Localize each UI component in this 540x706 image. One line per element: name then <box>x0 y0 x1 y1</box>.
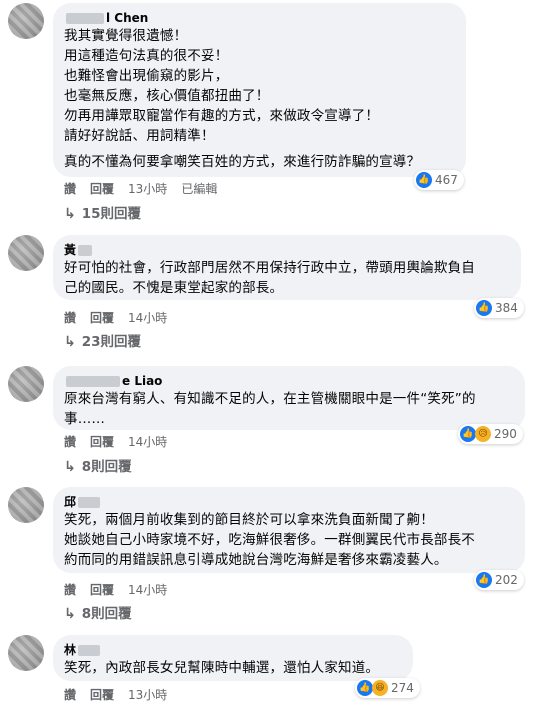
redacted-name-block <box>66 375 120 387</box>
view-replies-button[interactable]: ↳ 23則回覆 <box>64 333 141 351</box>
commenter-name[interactable]: 林 <box>64 642 401 658</box>
comment-actions: 讚 回覆 13小時 <box>64 687 181 703</box>
like-link[interactable]: 讚 <box>64 687 76 703</box>
like-icon: 👍 <box>476 300 492 316</box>
like-icon: 👍 <box>416 172 432 188</box>
reply-arrow-icon: ↳ <box>64 606 76 622</box>
like-link[interactable]: 讚 <box>64 310 76 326</box>
reaction-summary[interactable]: 👍 😆 274 <box>355 678 420 698</box>
redacted-name-block <box>78 244 93 256</box>
haha-icon: 😆 <box>372 680 388 696</box>
comment-bubble: 黃 好可怕的社會，行政部門居然不用保持行政中立，帶頭用輿論欺負自 己的國民。不愧… <box>53 235 521 300</box>
reaction-count: 274 <box>391 681 414 695</box>
like-icon: 👍 <box>476 572 492 588</box>
reaction-count: 202 <box>495 573 518 587</box>
reply-arrow-icon: ↳ <box>64 459 76 475</box>
comment-text-line: 好可怕的社會，行政部門居然不用保持行政中立，帶頭用輿論欺負自 <box>64 260 475 276</box>
comment-text-line: 她談她自己小時家境不好，吃海鮮很奢侈。一群側翼民代市長部長不 <box>64 532 475 548</box>
reply-link[interactable]: 回覆 <box>90 181 114 197</box>
comment-text-line: 事…… <box>64 411 106 427</box>
commenter-name[interactable]: 黃 <box>64 242 509 258</box>
comment-text-line: 勿再用譁眾取寵當作有趣的方式，來做政令宣導了！ <box>64 108 380 124</box>
avatar[interactable] <box>8 635 44 671</box>
comment-text-line: 也難怪會出現偷窺的影片， <box>64 68 229 84</box>
redacted-name-block <box>78 496 101 508</box>
reaction-summary[interactable]: 👍 384 <box>474 298 524 318</box>
edited-label: 已編輯 <box>181 182 218 196</box>
avatar[interactable] <box>8 366 44 402</box>
reaction-count: 384 <box>495 301 518 315</box>
commenter-name-text: 黃 <box>64 243 77 257</box>
comment-text-line: 用這種造句法真的很不妥！ <box>64 48 229 64</box>
reply-link[interactable]: 回覆 <box>90 434 114 450</box>
comment-text-line: 原來台灣有窮人、有知識不足的人，在主管機關眼中是一件“笑死”的 <box>64 391 476 407</box>
comment-actions: 讚 回覆 14小時 <box>64 582 181 598</box>
commenter-name[interactable]: 邱 <box>64 494 513 510</box>
reaction-count: 467 <box>435 173 458 187</box>
replies-count: 23則回覆 <box>81 334 142 350</box>
timestamp[interactable]: 13小時 <box>128 687 167 703</box>
commenter-name[interactable]: e Liao <box>64 373 513 389</box>
replies-count: 15則回覆 <box>81 206 142 222</box>
comment-bubble: 林 笑死，內政部長女兒幫陳時中輔選，還怕人家知道。 <box>53 635 413 681</box>
comment-actions: 讚 回覆 14小時 <box>64 434 181 450</box>
reaction-summary[interactable]: 👍 😥 290 <box>458 424 523 444</box>
like-link[interactable]: 讚 <box>64 181 76 197</box>
view-replies-button[interactable]: ↳ 15則回覆 <box>64 205 141 223</box>
comment-bubble: l Chen 我其實覺得很遺憾！ 用這種造句法真的很不妥！ 也難怪會出現偷窺的影… <box>53 3 466 177</box>
replies-count: 8則回覆 <box>81 459 132 475</box>
comment-text-line: 也毫無反應，核心價值都扭曲了！ <box>64 88 270 104</box>
replies-count: 8則回覆 <box>81 606 132 622</box>
reply-arrow-icon: ↳ <box>64 334 76 350</box>
reply-link[interactable]: 回覆 <box>90 687 114 703</box>
reply-arrow-icon: ↳ <box>64 206 76 222</box>
comment-text-line: 笑死，內政部長女兒幫陳時中輔選，還怕人家知道。 <box>64 660 380 676</box>
avatar[interactable] <box>8 235 44 271</box>
view-replies-button[interactable]: ↳ 8則回覆 <box>64 605 132 623</box>
reaction-count: 290 <box>494 427 517 441</box>
reaction-summary[interactable]: 👍 202 <box>474 570 524 590</box>
reply-link[interactable]: 回覆 <box>90 582 114 598</box>
commenter-name-text: 邱 <box>64 495 77 509</box>
comment-text-line: 己的國民。不愧是東堂起家的部長。 <box>64 280 284 296</box>
timestamp[interactable]: 14小時 <box>128 582 167 598</box>
sad-icon: 😥 <box>475 426 491 442</box>
like-link[interactable]: 讚 <box>64 434 76 450</box>
comment-text-line: 笑死，兩個月前收集到的節目終於可以拿來洗負面新聞了齁！ <box>64 512 434 528</box>
comment-text-line: 真的不懂為何要拿嘲笑百姓的方式，來進行防詐騙的宣導？ <box>64 154 421 170</box>
commenter-name[interactable]: l Chen <box>64 10 454 26</box>
reaction-summary[interactable]: 👍 467 <box>414 170 464 190</box>
timestamp[interactable]: 13小時 <box>128 181 167 197</box>
like-icon: 👍 <box>357 680 373 696</box>
timestamp[interactable]: 14小時 <box>128 434 167 450</box>
commenter-name-text: e Liao <box>122 374 163 388</box>
like-icon: 👍 <box>460 426 476 442</box>
reply-link[interactable]: 回覆 <box>90 310 114 326</box>
avatar[interactable] <box>8 3 44 39</box>
comment-text-line: 請好好說話、用詞精準！ <box>64 128 215 144</box>
comment-bubble: e Liao 原來台灣有窮人、有知識不足的人，在主管機關眼中是一件“笑死”的 事… <box>53 366 525 430</box>
comment-actions: 讚 回覆 14小時 <box>64 310 181 326</box>
comment-text-line: 約而同的用錯誤訊息引導成她說台灣吃海鮮是奢侈來霸凌藝人。 <box>64 552 448 568</box>
comment-text-line: 我其實覺得很遺憾！ <box>64 28 188 44</box>
redacted-name-block <box>78 644 101 656</box>
commenter-name-text: l Chen <box>106 11 149 25</box>
comment-actions: 讚 回覆 13小時 已編輯 <box>64 181 231 197</box>
view-replies-button[interactable]: ↳ 8則回覆 <box>64 458 132 476</box>
timestamp[interactable]: 14小時 <box>128 310 167 326</box>
commenter-name-text: 林 <box>64 643 77 657</box>
like-link[interactable]: 讚 <box>64 582 76 598</box>
avatar[interactable] <box>8 487 44 523</box>
redacted-name-block <box>66 12 104 24</box>
comment-bubble: 邱 笑死，兩個月前收集到的節目終於可以拿來洗負面新聞了齁！ 她談她自己小時家境不… <box>53 487 525 573</box>
